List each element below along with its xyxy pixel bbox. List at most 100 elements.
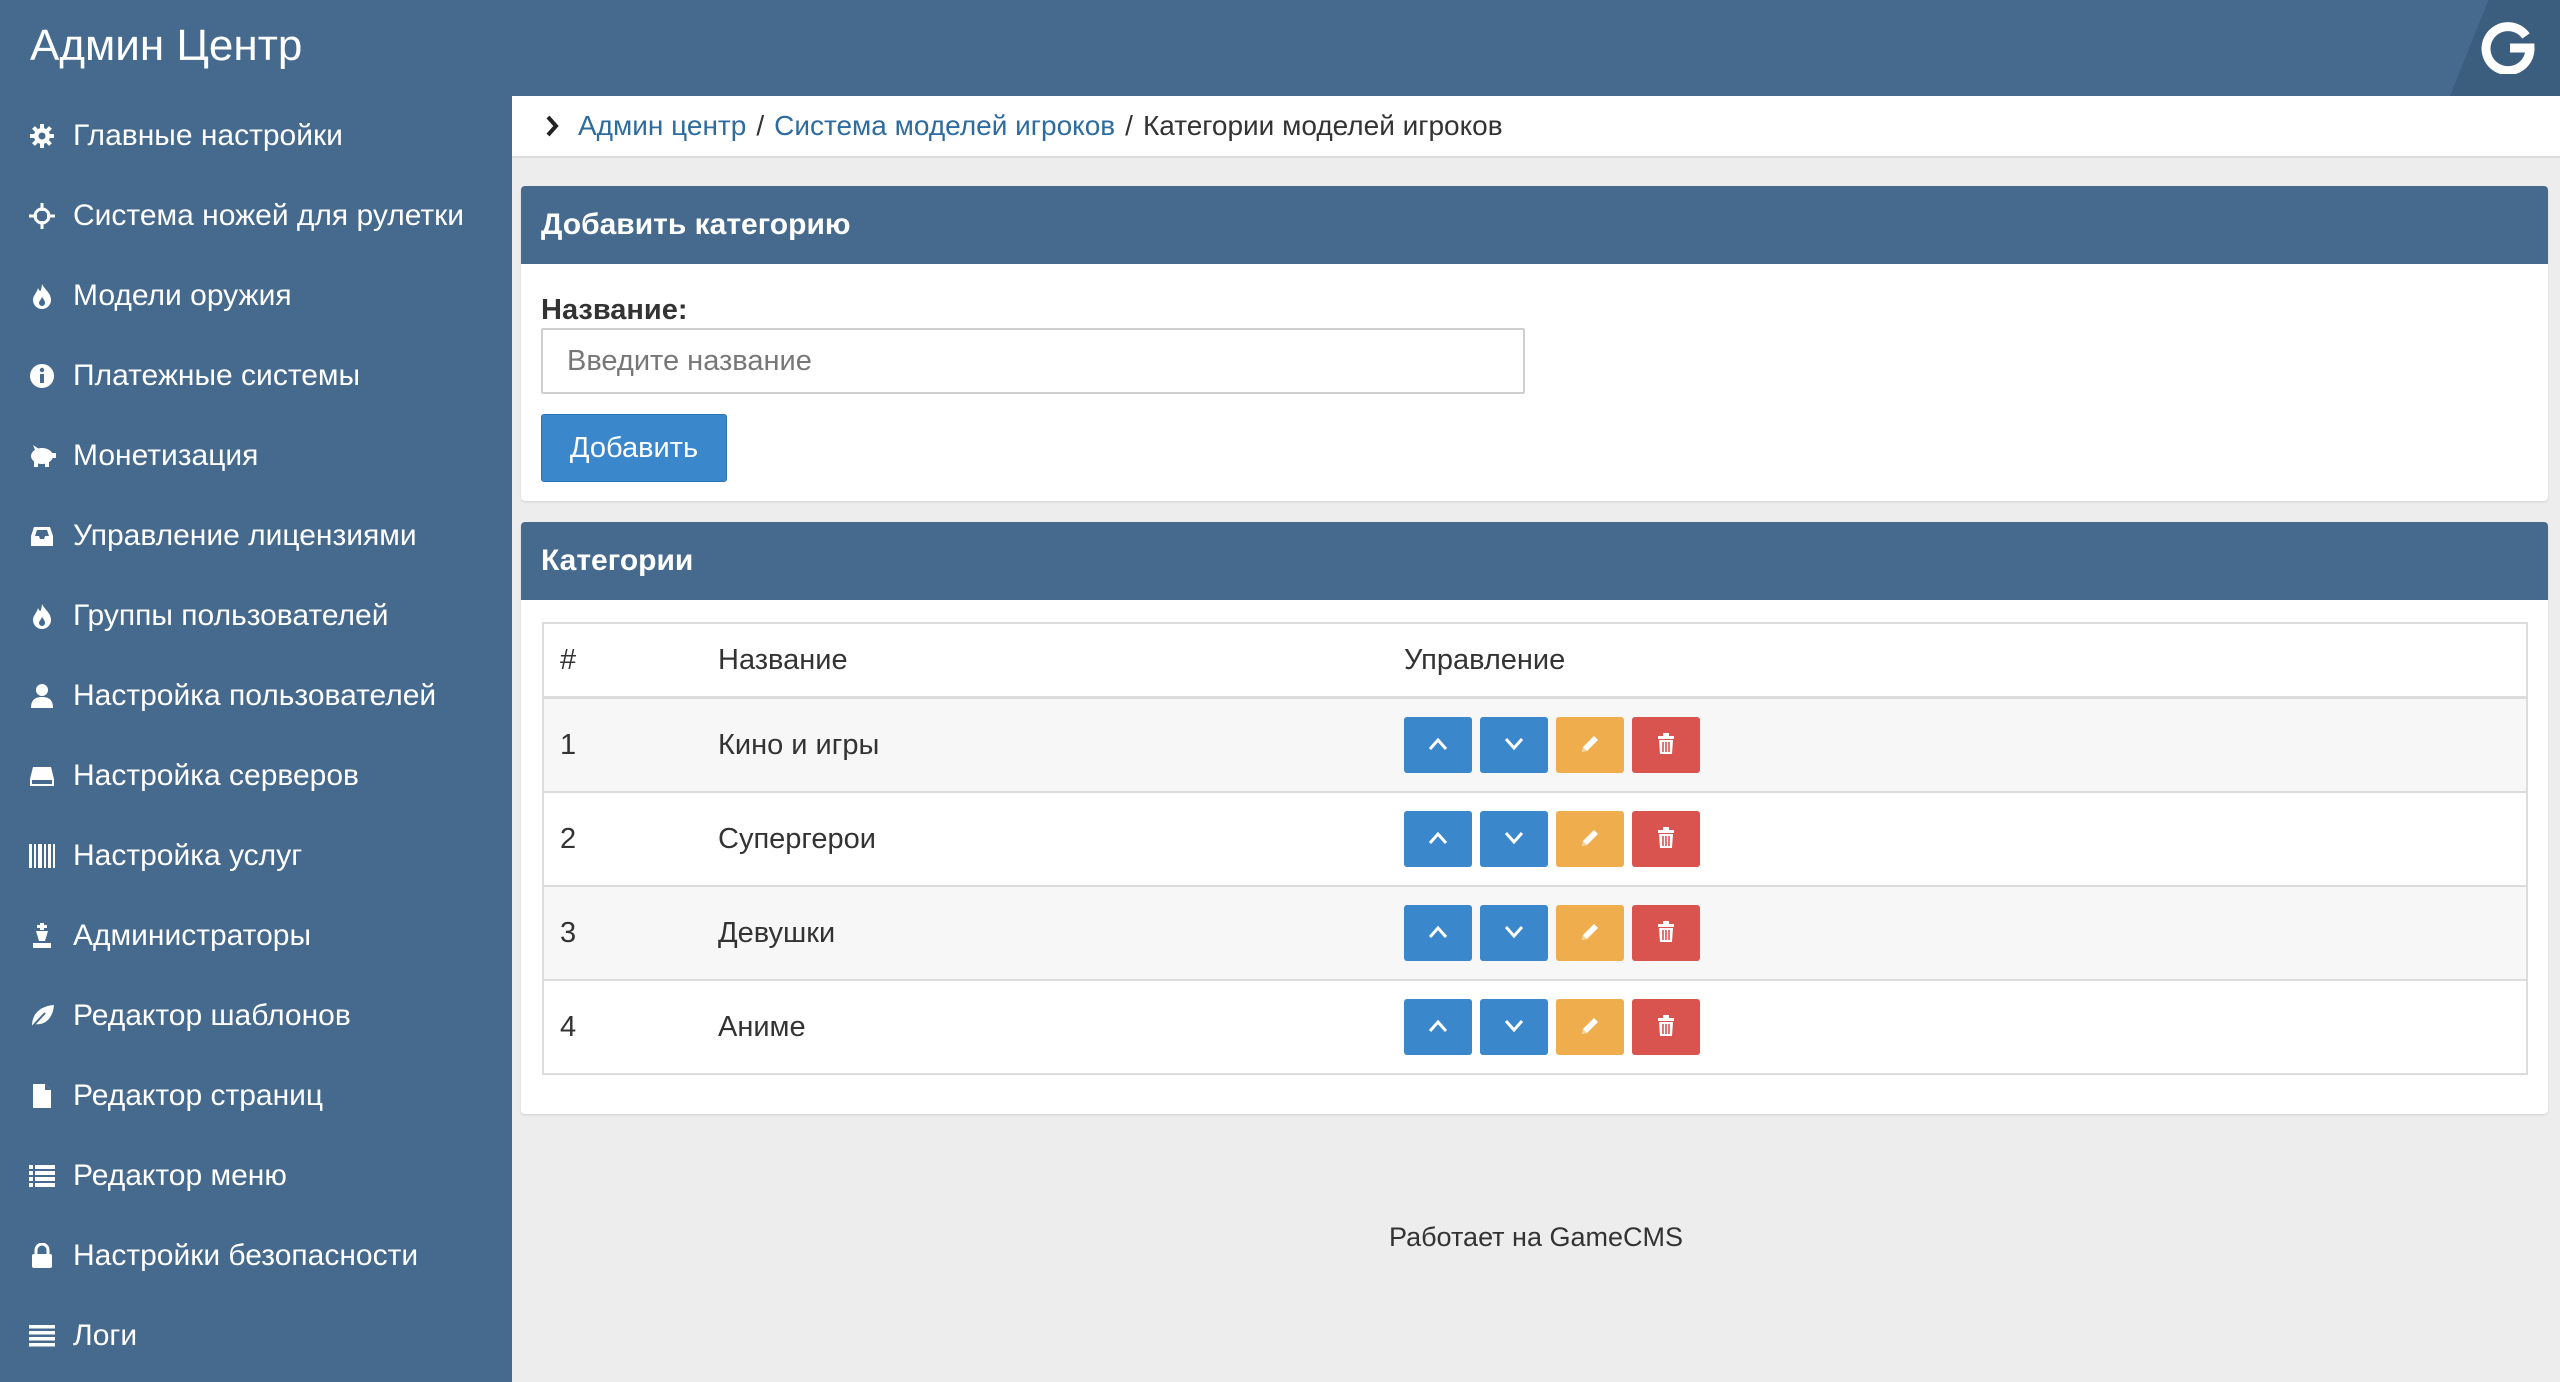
category-name-input[interactable] [541,328,1525,394]
sidebar-item-label: Логи [73,1319,138,1352]
main-content: Админ центр / Система моделей игроков / … [512,96,2560,1382]
sidebar-item-weapon-models[interactable]: Модели оружия [0,256,512,336]
delete-button[interactable] [1632,999,1700,1055]
sidebar-item-page-editor[interactable]: Редактор страниц [0,1056,512,1136]
table-row: 3 Девушки [543,885,2527,980]
chevron-down-icon [1503,737,1525,754]
pencil-icon [1579,827,1601,852]
sidebar-item-menu-editor[interactable]: Редактор меню [0,1136,512,1216]
edit-button[interactable] [1556,811,1624,867]
table-row: 2 Супергерои [543,791,2527,886]
sidebar-item-label: Настройка услуг [73,839,303,872]
breadcrumb: Админ центр / Система моделей игроков / … [512,96,2560,158]
footer-text: Работает на GameCMS [1388,1222,1684,1252]
row-number: 3 [543,885,717,980]
delete-button[interactable] [1632,905,1700,961]
table-header-row: # Название Управление [543,623,2527,699]
move-down-button[interactable] [1480,811,1548,867]
list-icon [27,1164,57,1188]
categories-panel: Категории # Название Управление 1 Кино и … [521,522,2548,1114]
panel-title: Категории [521,522,2548,600]
sidebar: Главные настройки Система ножей для руле… [0,96,512,1382]
trash-icon [1656,732,1676,758]
user-icon [27,683,57,709]
row-category-name: Аниме [717,979,1403,1074]
edit-button[interactable] [1556,905,1624,961]
sidebar-item-user-groups[interactable]: Группы пользователей [0,576,512,656]
logo[interactable] [2430,0,2560,96]
top-bar: Админ Центр [0,0,2560,96]
sidebar-item-label: Главные настройки [73,119,343,152]
align-justify-icon [27,1325,57,1347]
sidebar-item-main-settings[interactable]: Главные настройки [0,96,512,176]
app-title[interactable]: Админ Центр [30,18,302,74]
sidebar-item-label: Монетизация [73,439,259,472]
sidebar-item-label: Настройка серверов [73,759,359,792]
breadcrumb-separator: / [756,110,765,141]
categories-table: # Название Управление 1 Кино и игры 2 Супер… [542,622,2528,1075]
sidebar-item-label: Редактор страниц [73,1079,324,1112]
sidebar-item-administrators[interactable]: Администраторы [0,896,512,976]
move-up-button[interactable] [1404,717,1472,773]
move-up-button[interactable] [1404,999,1472,1055]
pencil-icon [1579,733,1601,758]
sidebar-item-template-editor[interactable]: Редактор шаблонов [0,976,512,1056]
chess-icon [27,923,57,949]
sidebar-item-user-settings[interactable]: Настройка пользователей [0,656,512,736]
sidebar-item-label: Система ножей для рулетки [73,199,465,232]
breadcrumb-link-admin-center[interactable]: Админ центр [578,110,746,142]
delete-button[interactable] [1632,811,1700,867]
row-category-name: Кино и игры [717,696,1403,792]
chevron-down-icon [1503,1019,1525,1036]
pencil-icon [1579,1015,1601,1040]
sidebar-item-label: Управление лицензиями [73,519,417,552]
chevron-up-icon [1427,737,1449,754]
panel-title: Добавить категорию [521,186,2548,264]
crosshair-icon [27,203,57,229]
barcode-icon [27,844,57,868]
edit-button[interactable] [1556,999,1624,1055]
fire-icon [27,603,57,629]
info-icon [27,363,57,389]
sidebar-item-label: Администраторы [73,919,312,952]
gear-icon [27,123,57,149]
sidebar-item-label: Настройки безопасности [73,1239,419,1272]
move-up-button[interactable] [1404,811,1472,867]
piggy-bank-icon [27,444,57,468]
chevron-down-icon [1503,925,1525,942]
column-header-number: # [543,623,717,699]
add-category-panel: Добавить категорию Название: Добавить [521,186,2548,501]
trash-icon [1656,1014,1676,1040]
sidebar-item-monetization[interactable]: Монетизация [0,416,512,496]
row-number: 2 [543,791,717,886]
row-number: 1 [543,696,717,792]
hdd-icon [27,765,57,787]
move-down-button[interactable] [1480,999,1548,1055]
move-down-button[interactable] [1480,717,1548,773]
sidebar-item-licenses[interactable]: Управление лицензиями [0,496,512,576]
add-category-button[interactable]: Добавить [541,414,727,482]
sidebar-item-server-settings[interactable]: Настройка серверов [0,736,512,816]
inbox-icon [27,524,57,548]
sidebar-item-payment-systems[interactable]: Платежные системы [0,336,512,416]
edit-button[interactable] [1556,717,1624,773]
delete-button[interactable] [1632,717,1700,773]
name-field-label: Название: [541,294,688,326]
sidebar-item-knives[interactable]: Система ножей для рулетки [0,176,512,256]
sidebar-item-security-settings[interactable]: Настройки безопасности [0,1216,512,1296]
breadcrumb-link-player-models[interactable]: Система моделей игроков [774,110,1115,142]
chevron-right-icon [544,114,560,138]
sidebar-item-label: Настройка пользователей [73,679,437,712]
row-number: 4 [543,979,717,1074]
sidebar-item-label: Группы пользователей [73,599,389,632]
row-category-name: Супергерои [717,791,1403,886]
sidebar-item-label: Редактор шаблонов [73,999,351,1032]
trash-icon [1656,920,1676,946]
sidebar-item-service-settings[interactable]: Настройка услуг [0,816,512,896]
move-down-button[interactable] [1480,905,1548,961]
row-controls [1403,696,2527,792]
pencil-icon [1579,921,1601,946]
sidebar-item-logs[interactable]: Логи [0,1296,512,1376]
breadcrumb-separator: / [1125,110,1133,141]
move-up-button[interactable] [1404,905,1472,961]
